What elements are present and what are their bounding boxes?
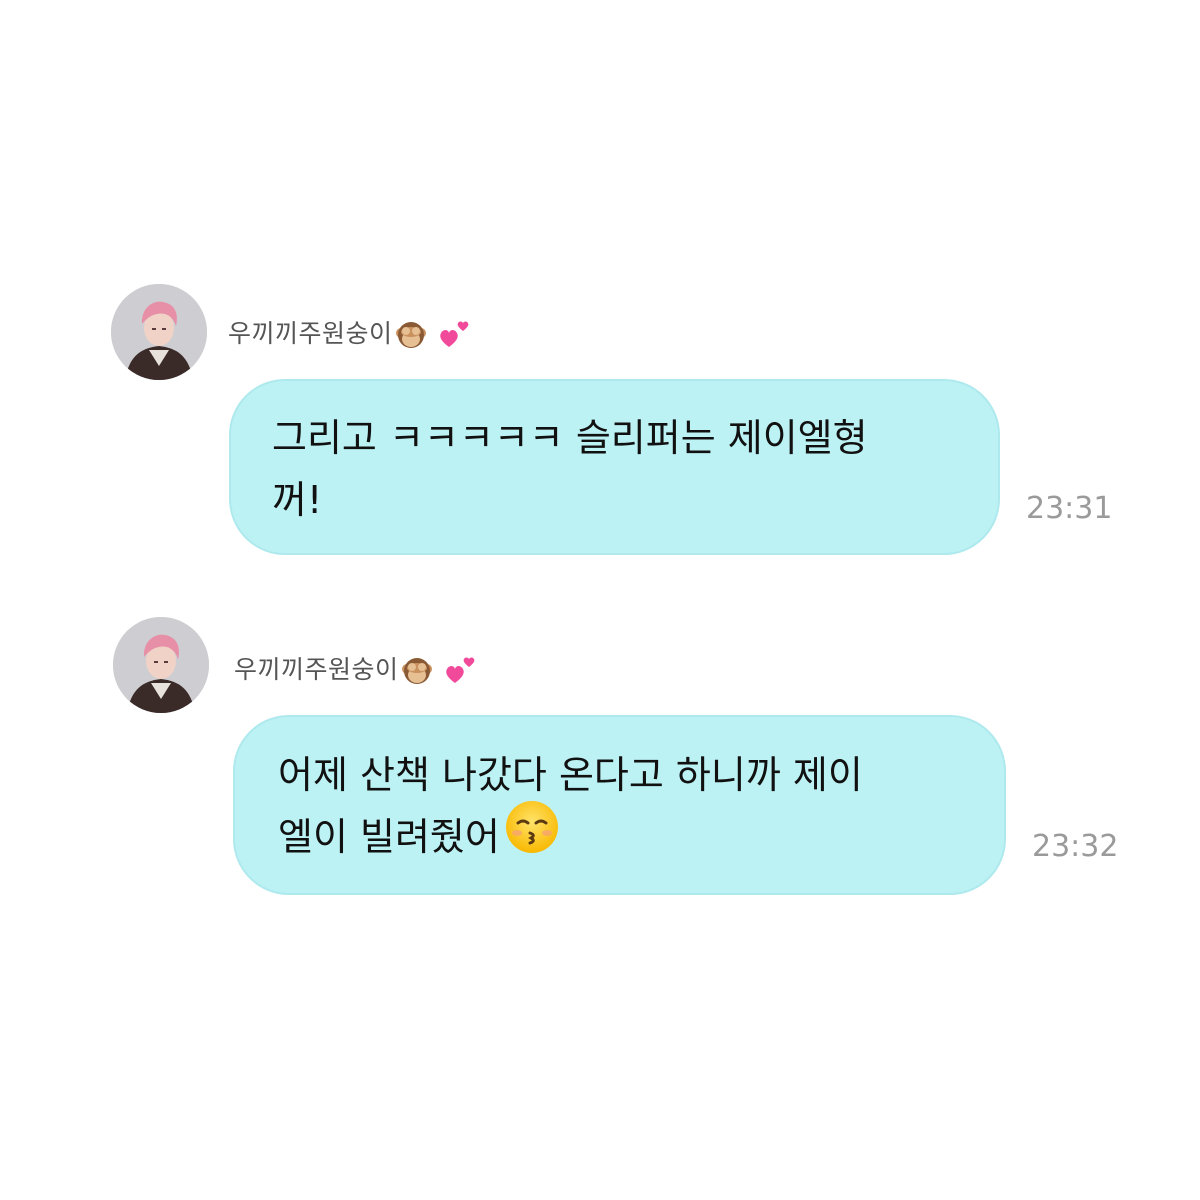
kissing-face-closed-eyes-icon (504, 799, 560, 873)
message-text: 그리고 ㅋㅋㅋㅋㅋ 슬리퍼는 제이엘형 꺼! (272, 407, 868, 531)
timestamp: 23:32 (1032, 829, 1119, 864)
sender-name-text: 우끼끼주원숭이 (228, 319, 393, 348)
two-hearts-icon (443, 653, 479, 689)
sender-name-text: 우끼끼주원숭이 (234, 655, 399, 684)
message-line: 그리고 ㅋㅋㅋㅋㅋ 슬리퍼는 제이엘형 (272, 416, 868, 460)
two-hearts-icon (437, 317, 473, 353)
sender-name: 우끼끼주원숭이 (228, 314, 473, 353)
see-no-evil-monkey-icon (393, 317, 429, 353)
message-line-2: 엘이 빌려줬어 (278, 800, 863, 873)
message-line-text: 엘이 빌려줬어 (278, 815, 500, 859)
avatar[interactable] (113, 617, 209, 713)
see-no-evil-monkey-icon (399, 653, 435, 689)
sender-name: 우끼끼주원숭이 (234, 650, 479, 689)
message-text: 어제 산책 나갔다 온다고 하니까 제이 엘이 빌려줬어 (278, 744, 863, 873)
message-line: 꺼! (272, 478, 323, 522)
avatar[interactable] (111, 284, 207, 380)
timestamp: 23:31 (1026, 491, 1113, 526)
message-line: 어제 산책 나갔다 온다고 하니까 제이 (278, 753, 863, 797)
